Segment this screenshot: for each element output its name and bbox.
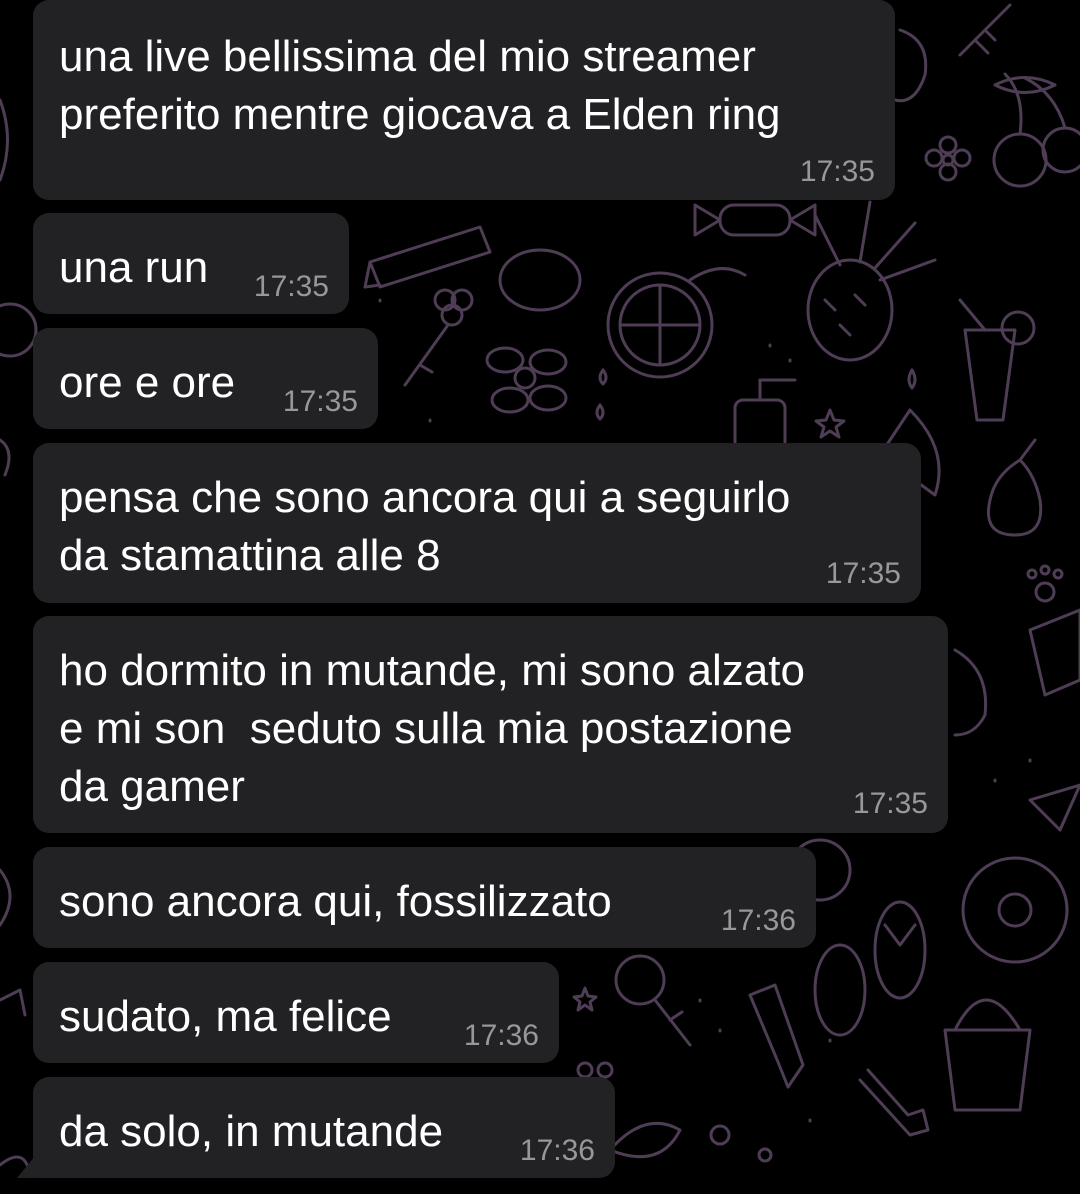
message-text: da solo, in mutande bbox=[59, 1107, 444, 1156]
message-bubble[interactable]: sono ancora qui, fossilizzato 17:36 bbox=[33, 847, 816, 948]
message-text: sono ancora qui, fossilizzato bbox=[59, 877, 612, 926]
message-bubble[interactable]: una live bellissima del mio streamer pre… bbox=[33, 0, 895, 200]
message-time: 17:35 bbox=[852, 787, 928, 820]
message-time: 17:35 bbox=[825, 557, 901, 590]
message-bubble[interactable]: pensa che sono ancora qui a seguirlo da … bbox=[33, 443, 921, 603]
message-text: pensa che sono ancora qui a seguirlo da … bbox=[59, 473, 791, 580]
message-time: 17:35 bbox=[282, 385, 358, 418]
message-bubble[interactable]: sudato, ma felice 17:36 bbox=[33, 962, 559, 1063]
message-bubble[interactable]: da solo, in mutande 17:36 bbox=[33, 1077, 615, 1178]
message-text: una live bellissima del mio streamer pre… bbox=[59, 32, 781, 139]
message-text: ore e ore bbox=[59, 358, 236, 407]
message-time: 17:35 bbox=[799, 155, 875, 188]
message-time: 17:36 bbox=[720, 904, 796, 937]
message-bubble[interactable]: ore e ore 17:35 bbox=[33, 328, 378, 429]
message-text: una run bbox=[59, 243, 209, 292]
message-text: ho dormito in mutande, mi sono alzato e … bbox=[59, 646, 805, 811]
message-bubble[interactable]: una run 17:35 bbox=[33, 213, 349, 314]
message-tail bbox=[17, 1156, 35, 1178]
message-time: 17:36 bbox=[519, 1134, 595, 1167]
message-bubble[interactable]: ho dormito in mutande, mi sono alzato e … bbox=[33, 616, 948, 833]
message-time: 17:36 bbox=[463, 1019, 539, 1052]
message-text: sudato, ma felice bbox=[59, 992, 392, 1041]
message-time: 17:35 bbox=[253, 270, 329, 303]
chat-message-list[interactable]: una live bellissima del mio streamer pre… bbox=[0, 0, 1080, 1194]
